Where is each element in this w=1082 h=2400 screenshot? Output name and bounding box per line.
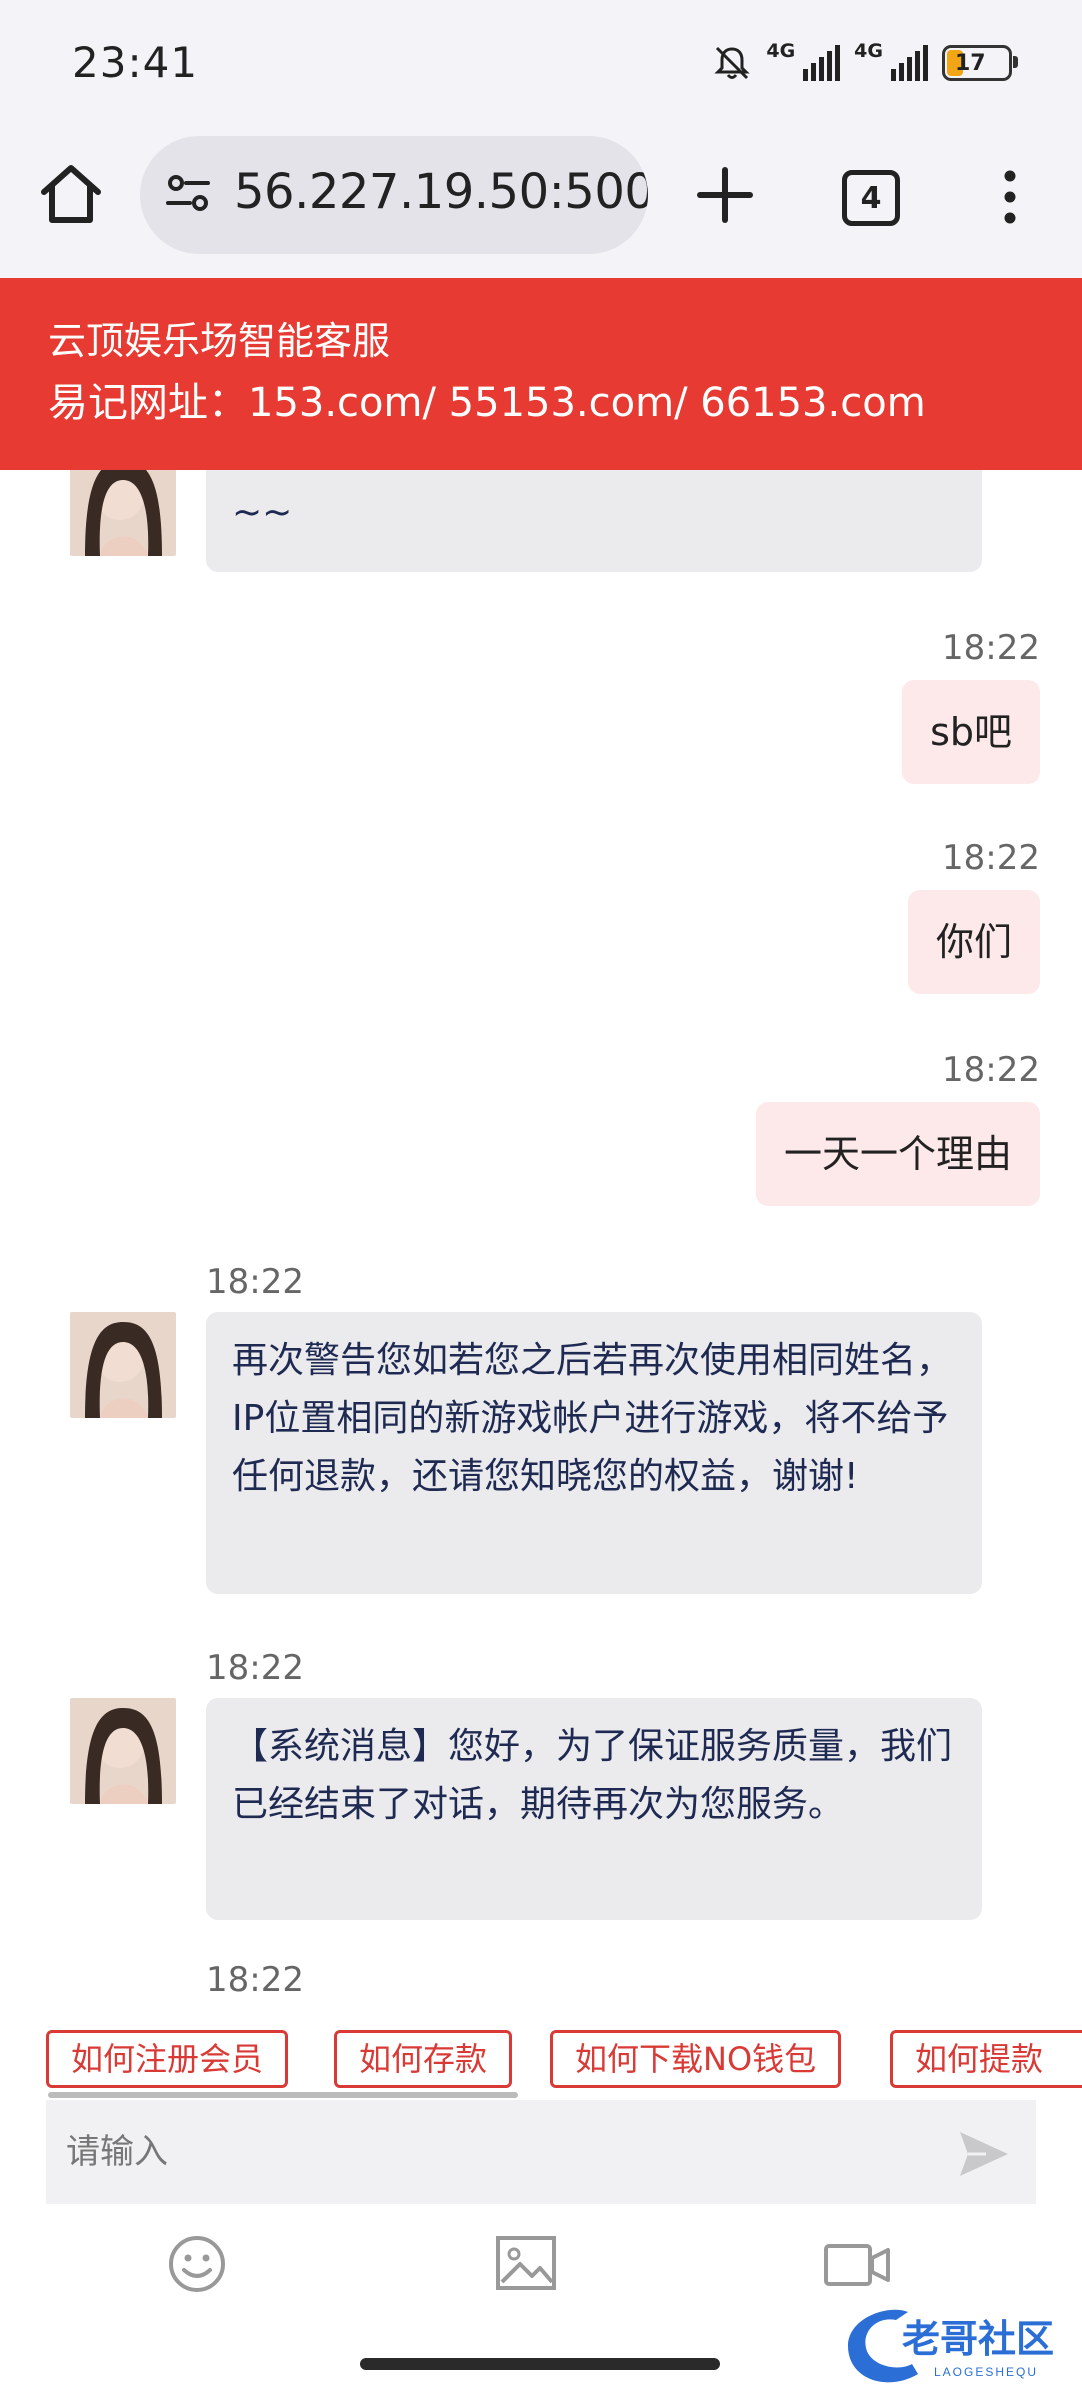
message-bubble-user: 你们	[907, 890, 1040, 994]
chat-header: 云顶娱乐场智能客服 易记网址：153.com/ 55153.com/ 66153…	[0, 278, 1082, 470]
url-text[interactable]: 56.227.19.50:50091	[234, 164, 648, 220]
site-settings-icon[interactable]	[162, 166, 216, 220]
home-icon[interactable]	[34, 158, 108, 232]
send-icon[interactable]	[956, 2126, 1012, 2182]
signal-icon-1	[803, 45, 841, 81]
network-type-1: 4G	[766, 40, 796, 62]
message-input-bar	[46, 2100, 1036, 2204]
status-icons: 4G 4G 17	[712, 40, 1018, 86]
message-time: 18:22	[206, 1262, 304, 1302]
browser-toolbar: 56.227.19.50:50091 4	[0, 130, 1082, 278]
quick-reply-row[interactable]: 如何注册会员 如何存款 如何下载NO钱包 如何提款	[0, 2030, 1082, 2098]
message-time: 18:22	[942, 628, 1040, 668]
video-icon[interactable]	[822, 2232, 892, 2296]
svg-text:老哥社区: 老哥社区	[902, 2319, 1054, 2361]
message-text: 再次警告您如若您之后若再次使用相同姓名，IP位置相同的新游戏帐户进行游戏，将不给…	[232, 1340, 953, 1497]
battery-icon: 17	[942, 45, 1018, 81]
tab-switcher-button[interactable]: 4	[842, 170, 900, 226]
message-time: 18:22	[942, 1050, 1040, 1090]
message-text: 一天一个理由	[783, 1132, 1012, 1176]
message-bubble: 再次警告您如若您之后若再次使用相同姓名，IP位置相同的新游戏帐户进行游戏，将不给…	[206, 1312, 982, 1594]
clock: 23:41	[72, 38, 199, 87]
message-input[interactable]	[46, 2100, 946, 2204]
agent-avatar	[70, 470, 176, 556]
quick-reply-scrollbar[interactable]	[48, 2092, 518, 2098]
watermark-logo: 老哥社区 LAOGESHEQU	[848, 2309, 1054, 2383]
message-text: 【系统消息】您好，为了保证服务质量，我们已经结束了对话，期待再次为您服务。	[232, 1726, 953, 1825]
quick-reply-register[interactable]: 如何注册会员	[46, 2030, 289, 2088]
network-type-2: 4G	[854, 40, 883, 62]
battery-level: 17	[955, 50, 986, 76]
agent-avatar	[70, 1312, 176, 1418]
address-bar[interactable]: 56.227.19.50:50091	[140, 136, 648, 254]
chat-title: 云顶娱乐场智能客服	[48, 319, 391, 363]
signal-icon-2	[891, 45, 928, 81]
svg-text:LAOGESHEQU: LAOGESHEQU	[934, 2365, 1038, 2379]
emoji-icon[interactable]	[162, 2232, 232, 2296]
message-time: 18:22	[942, 838, 1040, 878]
quick-reply-deposit[interactable]: 如何存款	[334, 2030, 513, 2088]
bell-muted-icon	[714, 46, 750, 80]
message-text: sb吧	[930, 710, 1012, 754]
agent-avatar	[70, 1698, 176, 1804]
image-icon[interactable]	[492, 2232, 562, 2296]
message-bubble-user: 一天一个理由	[755, 1102, 1040, 1206]
message-text: 你们	[935, 920, 1012, 964]
quick-reply-withdraw[interactable]: 如何提款	[890, 2030, 1082, 2088]
message-bubble-user: sb吧	[902, 680, 1040, 784]
message-list[interactable]: ~~ 18:22 sb吧 18:22 你们 18:22 一天一个理由 18:22…	[0, 470, 1082, 2000]
tab-count: 4	[860, 180, 882, 216]
more-menu-icon[interactable]	[990, 166, 1030, 228]
message-time: 18:22	[206, 1648, 304, 1688]
new-tab-icon[interactable]	[690, 160, 760, 230]
message-text: ~~	[232, 492, 293, 533]
message-time: 18:22	[206, 1960, 304, 2000]
chat-subtitle: 易记网址：153.com/ 55153.com/ 66153.com	[48, 380, 926, 426]
message-bubble: 【系统消息】您好，为了保证服务质量，我们已经结束了对话，期待再次为您服务。	[206, 1698, 982, 1920]
quick-reply-download-wallet[interactable]: 如何下载NO钱包	[550, 2030, 842, 2088]
status-bar: 23:41 4G 4G 17	[0, 0, 1082, 130]
home-indicator[interactable]	[360, 2358, 720, 2370]
message-bubble: ~~	[206, 470, 982, 572]
